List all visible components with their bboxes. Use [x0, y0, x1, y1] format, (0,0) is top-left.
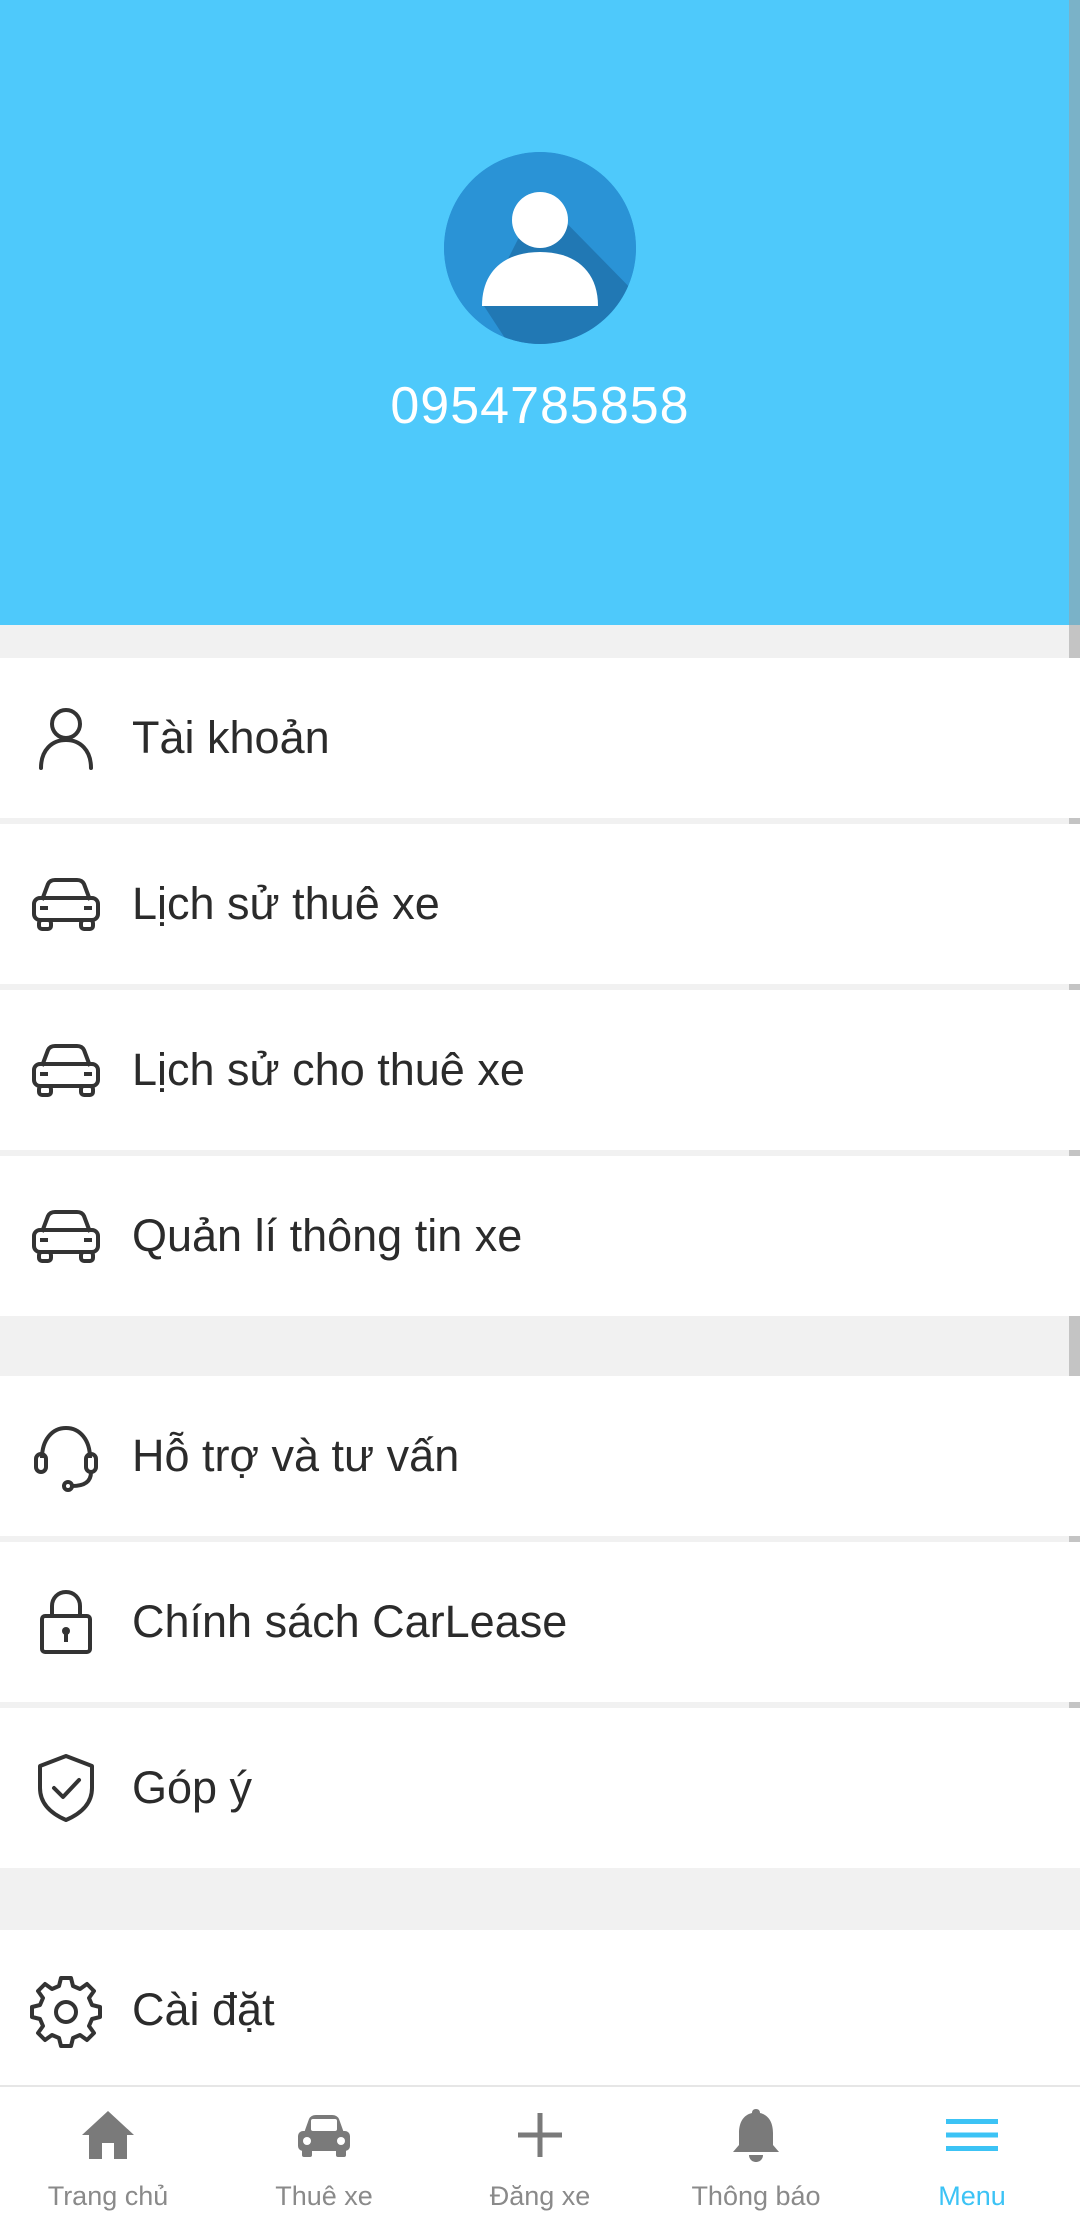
- menu-item-label: Hỗ trợ và tư vấn: [132, 1430, 460, 1481]
- menu-item-label: Quản lí thông tin xe: [132, 1210, 523, 1261]
- user-icon: [28, 700, 104, 776]
- nav-home[interactable]: Trang chủ: [0, 2087, 216, 2222]
- menu-item-lease-history[interactable]: Lịch sử cho thuê xe: [0, 990, 1080, 1150]
- shield-check-icon: [28, 1750, 104, 1826]
- car-icon: [28, 1198, 104, 1274]
- menu-item-support[interactable]: Hỗ trợ và tư vấn: [0, 1376, 1080, 1536]
- nav-label: Thuê xe: [275, 2181, 373, 2211]
- car-icon: [28, 1032, 104, 1108]
- nav-label: Thông báo: [691, 2181, 821, 2211]
- menu-item-label: Tài khoản: [132, 712, 330, 763]
- nav-label: Trang chủ: [47, 2181, 169, 2211]
- menu-item-label: Cài đặt: [132, 1984, 275, 2035]
- car-icon: [294, 2105, 354, 2165]
- nav-menu[interactable]: Menu: [864, 2087, 1080, 2222]
- menu-item-label: Lịch sử thuê xe: [132, 878, 440, 929]
- lock-icon: [28, 1584, 104, 1660]
- menu-item-label: Góp ý: [132, 1762, 253, 1813]
- user-phone-number: 0954785858: [390, 377, 690, 435]
- menu-item-feedback[interactable]: Góp ý: [0, 1708, 1080, 1868]
- plus-icon: [510, 2105, 570, 2165]
- nav-label: Menu: [938, 2181, 1006, 2211]
- headset-icon: [28, 1418, 104, 1494]
- menu-icon: [942, 2105, 1002, 2165]
- bottom-navigation: Trang chủ Thuê xe Đăng xe Thông báo Menu: [0, 2085, 1080, 2222]
- nav-rent-car[interactable]: Thuê xe: [216, 2087, 432, 2222]
- menu-item-rent-history[interactable]: Lịch sử thuê xe: [0, 824, 1080, 984]
- user-avatar-icon[interactable]: [444, 152, 636, 344]
- menu-item-account[interactable]: Tài khoản: [0, 658, 1080, 818]
- menu-item-policy[interactable]: Chính sách CarLease: [0, 1542, 1080, 1702]
- profile-header: 0954785858: [0, 0, 1080, 625]
- menu-item-car-info[interactable]: Quản lí thông tin xe: [0, 1156, 1080, 1316]
- gear-icon: [28, 1972, 104, 2048]
- home-icon: [78, 2105, 138, 2165]
- nav-post-car[interactable]: Đăng xe: [432, 2087, 648, 2222]
- bell-icon: [726, 2105, 786, 2165]
- nav-label: Đăng xe: [489, 2181, 591, 2211]
- menu-item-label: Lịch sử cho thuê xe: [132, 1044, 525, 1095]
- nav-notifications[interactable]: Thông báo: [648, 2087, 864, 2222]
- car-icon: [28, 866, 104, 942]
- menu-item-settings[interactable]: Cài đặt: [0, 1930, 1080, 2090]
- menu-item-label: Chính sách CarLease: [132, 1596, 568, 1647]
